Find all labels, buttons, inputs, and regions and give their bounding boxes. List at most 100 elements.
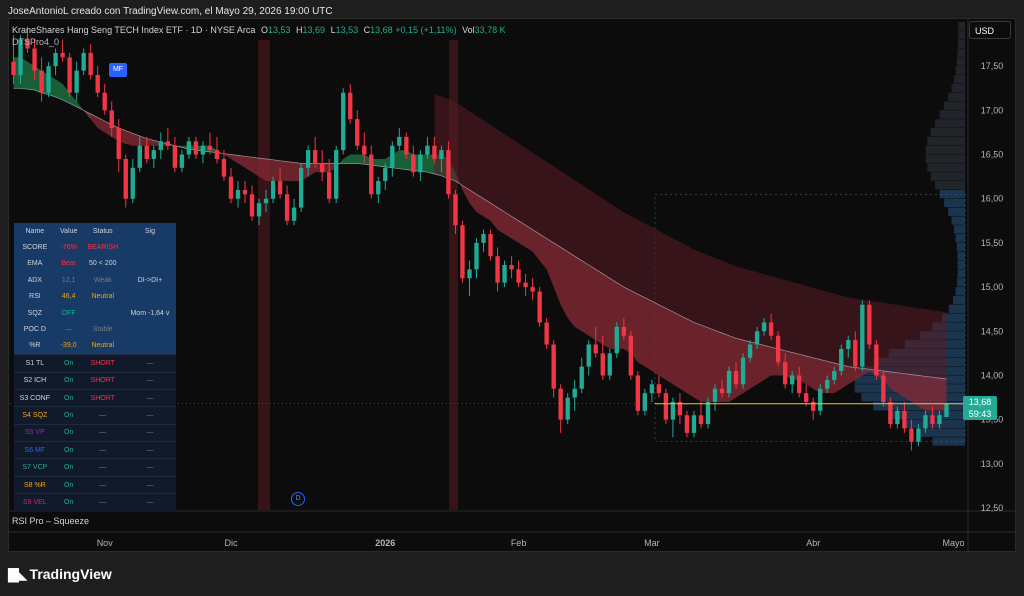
cell-name: S2 ICH (14, 371, 56, 390)
strategy-row: S1 TL On SHORT — (14, 354, 176, 373)
col-value: Value (55, 223, 82, 240)
close-value: 13,68 (370, 25, 393, 35)
candle-body (88, 52, 93, 76)
signal-table: Name Value Status Sig SCORE -76% BEARISH EM… (14, 223, 176, 511)
candle-body (656, 384, 662, 394)
volume-profile-bar (955, 287, 965, 296)
table-row: SCORE -76% BEARISH (14, 239, 176, 256)
volume-profile-bar (951, 216, 965, 225)
strategy-row: S9 VEL On — — (14, 493, 176, 511)
table-row: RSI 46,4 Neutral (14, 288, 176, 305)
candle-body (228, 176, 234, 199)
cell-sig (123, 239, 176, 256)
volume-profile-bar (944, 198, 965, 208)
volume-profile-bar (948, 92, 965, 102)
candle-body (881, 375, 886, 402)
cell-sig: DI->DI+ (123, 272, 176, 289)
y-tick-label: 16,00 (981, 194, 1004, 204)
candle-body (74, 70, 79, 93)
candle-body (691, 415, 697, 433)
candle-body (277, 181, 283, 195)
cell-name: SCORE (14, 239, 56, 256)
candle-body (502, 265, 507, 283)
candle-body (937, 415, 942, 425)
candle-body (909, 428, 914, 442)
candle-body (586, 344, 591, 367)
last-price-label: 13,68 59:43 (963, 396, 997, 420)
symbol-legend[interactable]: KraneShares Hang Seng TECH Index ETF · 1… (12, 25, 506, 35)
x-tick-label: Mar (644, 538, 660, 548)
strategy-row: S2 ICH On SHORT — (14, 371, 176, 390)
candle-body (305, 150, 311, 168)
candle-body (649, 384, 655, 394)
x-tick-label: Feb (511, 538, 527, 548)
currency-button[interactable]: USD (969, 21, 1011, 39)
symbol-name[interactable]: KraneShares Hang Seng TECH Index ETF · 1… (12, 25, 255, 35)
candle-body (537, 291, 542, 323)
candle-body (902, 410, 907, 429)
candle-body (670, 401, 676, 420)
candle-body (572, 388, 577, 398)
mf-marker[interactable]: MF (109, 63, 127, 77)
candle-body (453, 194, 458, 226)
candle-body (607, 353, 612, 376)
candle-body (355, 119, 360, 146)
candle-body (930, 415, 935, 425)
candle-body (32, 48, 37, 71)
open-value: 13,53 (267, 25, 291, 35)
dividend-marker[interactable]: D (291, 492, 305, 506)
cell-state: On (55, 493, 82, 511)
volume-profile-bar (953, 295, 965, 305)
candle-body (137, 145, 142, 168)
x-tick-label: Mayo (942, 538, 964, 548)
cell-sig (123, 321, 176, 338)
candle-body (151, 150, 156, 159)
volume-profile-bar (951, 83, 965, 93)
cell-status: 50 < 200 (81, 255, 124, 273)
candle-body (116, 128, 121, 159)
cell-signal: — (81, 406, 124, 425)
col-status: Status (81, 223, 124, 240)
volume-profile-bar (958, 22, 965, 31)
volume-profile-bar (956, 278, 965, 287)
cell-name: ADX (14, 272, 56, 289)
candle-body (256, 203, 262, 217)
volume-profile-bar (948, 207, 965, 216)
cell-state: On (55, 406, 82, 425)
cell-name: RSI (14, 288, 56, 305)
candle-body (446, 150, 451, 195)
cell-value: — (55, 321, 82, 338)
candle-body (327, 172, 332, 199)
volume-profile-bar (953, 75, 965, 84)
volume-profile-bar (925, 145, 965, 155)
candle-body (551, 344, 556, 389)
volume-profile-bar (939, 110, 965, 119)
candle-body (432, 145, 437, 159)
candle-body (733, 371, 739, 385)
open-label: O (260, 25, 268, 35)
candle-body (172, 145, 178, 168)
cell-status: Stable (81, 321, 124, 338)
volume-profile-bar (957, 269, 965, 278)
candle-body (158, 141, 163, 151)
volume-profile-bar (957, 39, 965, 49)
candle-body (11, 61, 16, 76)
indicator-name[interactable]: DTSPro4_0 (12, 37, 59, 47)
candle-body (804, 393, 809, 402)
cell-status: Neutral (81, 288, 124, 305)
subpane-label[interactable]: RSI Pro – Squeeze (12, 516, 89, 526)
y-tick-label: 13,00 (981, 459, 1004, 469)
candle-body (102, 92, 107, 111)
strategy-row: S3 CONF On SHORT — (14, 388, 176, 407)
tradingview-logo-icon: ▇◣ (8, 566, 27, 582)
candle-body (747, 344, 753, 358)
cell-state: On (55, 441, 82, 459)
tradingview-logo: ▇◣ TradingView (8, 566, 112, 583)
cell-sig (123, 255, 176, 273)
volume-profile-bar (956, 57, 965, 66)
cell-sig: Mom -1,64 v (123, 304, 176, 322)
cell-status: Weak (81, 272, 124, 289)
candle-body (600, 353, 605, 376)
strategy-row: S6 MF On — — (14, 441, 176, 459)
candle-body (411, 154, 416, 173)
